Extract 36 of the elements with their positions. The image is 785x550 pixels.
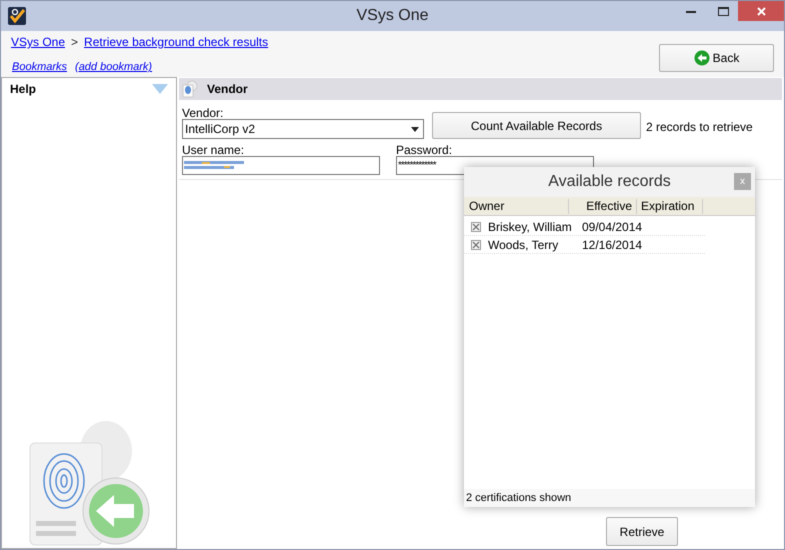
table-cell-text: Woods, Terry xyxy=(488,236,560,254)
status-text: 2 certifications shown xyxy=(464,489,755,507)
breadcrumb-separator: > xyxy=(71,34,78,51)
count-records-button[interactable]: Count Available Records xyxy=(432,112,641,139)
dropdown-arrow-icon xyxy=(411,126,419,132)
maximize-icon xyxy=(718,6,728,16)
table-cell-text: 12/16/2014 xyxy=(582,236,642,254)
close-button[interactable] xyxy=(738,1,784,21)
section-title: Vendor xyxy=(207,81,248,98)
column-header[interactable]: Effective xyxy=(569,198,637,214)
dialog-title: Available records xyxy=(548,172,671,192)
close-icon xyxy=(756,6,766,16)
bookmark-link[interactable]: Bookmarks xyxy=(12,59,68,76)
help-title: Help xyxy=(10,81,36,98)
breadcrumb-link[interactable]: VSys One xyxy=(11,33,66,51)
field-label: Password: xyxy=(396,142,454,156)
app-logo-icon xyxy=(8,7,26,25)
record-count-text: 2 records to retrieve xyxy=(646,119,753,136)
retrieve-button[interactable]: Retrieve xyxy=(606,517,678,546)
checkbox[interactable] xyxy=(471,222,481,232)
username-field[interactable] xyxy=(182,156,380,175)
breadcrumb-link[interactable]: Retrieve background check results xyxy=(84,33,268,51)
table-cell-text: 09/04/2014 xyxy=(582,218,642,236)
person-fingerprint-icon xyxy=(181,80,199,98)
column-header[interactable]: Owner xyxy=(464,198,569,214)
field-label: Vendor: xyxy=(182,105,224,119)
bookmark-link[interactable]: (add bookmark) xyxy=(75,59,152,76)
column-header[interactable]: Expiration xyxy=(637,198,703,214)
vendor-dropdown[interactable]: IntelliCorp v2 xyxy=(182,119,424,139)
back-button[interactable]: Back xyxy=(659,44,774,72)
field-label: User name: xyxy=(182,142,246,156)
minimize-icon xyxy=(686,10,696,12)
obscured-text-icon xyxy=(184,160,246,171)
table-cell-text: Briskey, William xyxy=(488,218,573,236)
checkbox[interactable] xyxy=(471,240,481,250)
window-title: VSys One xyxy=(356,6,429,26)
